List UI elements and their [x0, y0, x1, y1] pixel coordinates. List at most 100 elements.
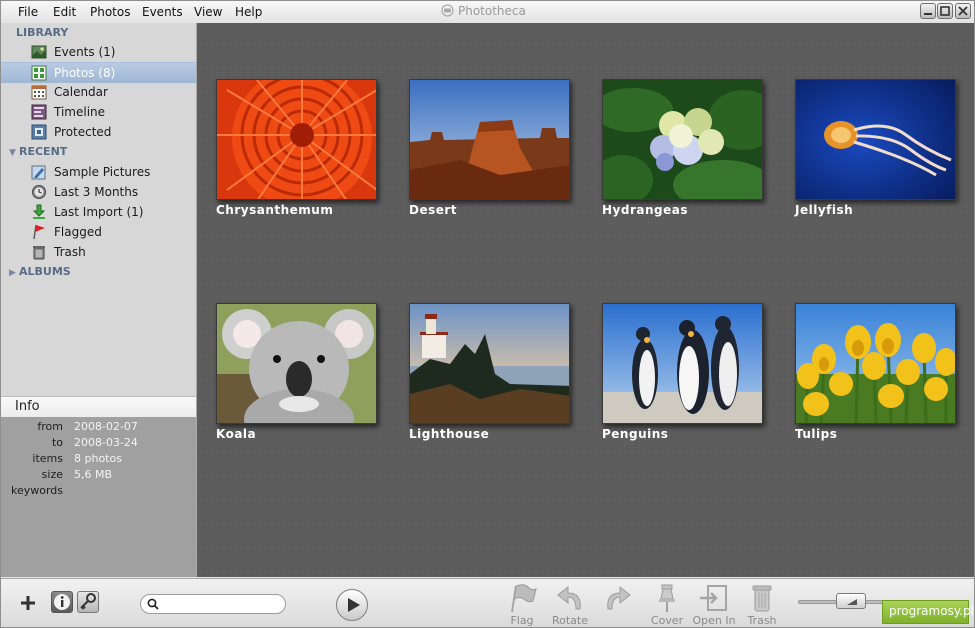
sidebar-item-trash[interactable]: Trash — [1, 242, 196, 262]
info-value: 2008-03-24 — [74, 436, 138, 449]
photo-caption: Koala — [216, 427, 257, 441]
rotate-left-button[interactable]: Rotate — [545, 583, 595, 627]
info-panel-header: Info — [1, 396, 196, 418]
sidebar-item-label: Events (1) — [54, 45, 116, 59]
sidebar-item-last-3-months[interactable]: Last 3 Months — [1, 182, 196, 202]
section-library-label: LIBRARY — [16, 26, 69, 39]
open-in-button[interactable]: Open In — [689, 583, 739, 627]
maximize-button[interactable] — [937, 3, 953, 19]
photo-image — [603, 304, 762, 423]
search-box[interactable] — [140, 594, 286, 614]
close-button[interactable] — [955, 3, 971, 19]
calendar-icon — [31, 85, 47, 100]
sidebar-item-label: Sample Pictures — [54, 165, 151, 179]
section-recent-label: RECENT — [19, 145, 68, 158]
photo-image — [603, 80, 762, 199]
watermark-text: programosy.pl — [889, 604, 974, 618]
slideshow-play-button[interactable] — [336, 589, 368, 621]
photo-caption: Lighthouse — [409, 427, 490, 441]
photo-thumbnail-chrysanthemum[interactable] — [216, 79, 377, 200]
photo-image — [410, 304, 569, 423]
expand-arrow-icon: ▼ — [9, 148, 16, 158]
sidebar-item-label: Timeline — [54, 105, 106, 119]
info-row-size: size 5,6 MB — [1, 467, 196, 483]
photo-thumbnail-jellyfish[interactable] — [795, 79, 956, 200]
info-key: from — [37, 420, 63, 433]
info-toggle-button[interactable] — [51, 591, 73, 613]
info-title: Info — [15, 399, 40, 414]
sidebar-item-label: Photos (8) — [54, 66, 116, 80]
sidebar-item-sample-pictures[interactable]: Sample Pictures — [1, 162, 196, 182]
menu-view[interactable]: View — [194, 5, 222, 19]
keywords-button[interactable] — [77, 591, 99, 613]
trash-button[interactable]: Trash — [737, 583, 787, 627]
sidebar-item-calendar[interactable]: Calendar — [1, 82, 196, 102]
sidebar-item-label: Calendar — [54, 85, 108, 99]
flag-button[interactable]: Flag — [497, 583, 547, 627]
bottom-toolbar: Flag Rotate Cover Open In Trash — [1, 578, 974, 627]
photo-image — [217, 80, 376, 199]
info-value: 5,6 MB — [74, 468, 113, 481]
trash-icon — [752, 585, 772, 612]
sidebar-item-protected[interactable]: Protected — [1, 122, 196, 142]
rotate-right-icon — [607, 585, 631, 610]
sidebar-item-label: Protected — [54, 125, 112, 139]
rotate-left-icon — [557, 585, 581, 610]
info-icon — [54, 594, 70, 610]
photo-thumbnail-hydrangeas[interactable] — [602, 79, 763, 200]
section-albums[interactable]: ▶ ALBUMS — [1, 265, 71, 283]
plus-icon — [21, 596, 35, 610]
rotate-right-button[interactable] — [593, 583, 643, 627]
menu-edit[interactable]: Edit — [53, 5, 76, 19]
photo-thumbnail-tulips[interactable] — [795, 303, 956, 424]
events-icon — [31, 45, 47, 59]
info-value: 8 photos — [74, 452, 122, 465]
flag-icon — [511, 584, 537, 613]
flag-label: Flag — [510, 614, 534, 627]
photo-caption: Hydrangeas — [602, 203, 688, 217]
sidebar-item-flagged[interactable]: Flagged — [1, 222, 196, 242]
play-icon — [348, 598, 360, 612]
add-button[interactable] — [18, 593, 38, 613]
photo-thumbnail-desert[interactable] — [409, 79, 570, 200]
sidebar: LIBRARY Events (1) Photos (8) Calendar T… — [1, 23, 197, 577]
app-window: File Edit Photos Events View Help Photot… — [0, 0, 975, 628]
photo-image — [796, 80, 955, 199]
photo-thumbnail-koala[interactable] — [216, 303, 377, 424]
watermark-badge: programosy.pl — [882, 600, 974, 624]
section-albums-label: ALBUMS — [19, 265, 71, 278]
window-title-text: Phototheca — [458, 4, 526, 18]
minimize-button[interactable] — [920, 3, 936, 19]
import-arrow-icon — [32, 204, 46, 219]
photo-thumbnail-penguins[interactable] — [602, 303, 763, 424]
flag-icon — [33, 224, 45, 240]
section-recent[interactable]: ▼ RECENT — [1, 145, 67, 163]
timeline-icon — [31, 104, 47, 120]
info-row-to: to 2008-03-24 — [1, 435, 196, 451]
window-title: Phototheca — [441, 4, 526, 18]
sidebar-item-label: Trash — [54, 245, 86, 259]
trash-icon — [33, 246, 45, 260]
sidebar-item-last-import[interactable]: Last Import (1) — [1, 202, 196, 222]
clock-icon — [32, 185, 46, 199]
menu-photos[interactable]: Photos — [90, 5, 130, 19]
menu-file[interactable]: File — [18, 5, 38, 19]
sidebar-item-label: Flagged — [54, 225, 102, 239]
sidebar-item-timeline[interactable]: Timeline — [1, 102, 196, 122]
menu-events[interactable]: Events — [142, 5, 183, 19]
sidebar-item-photos[interactable]: Photos (8) — [1, 62, 196, 83]
maximize-icon — [940, 6, 950, 16]
photo-caption: Desert — [409, 203, 458, 217]
sidebar-item-events[interactable]: Events (1) — [1, 42, 196, 62]
protected-icon — [31, 124, 47, 140]
photo-thumbnail-lighthouse[interactable] — [409, 303, 570, 424]
info-key: size — [41, 468, 63, 481]
zoom-slider-thumb[interactable] — [836, 593, 867, 609]
info-key: items — [32, 452, 63, 465]
cover-button[interactable]: Cover — [642, 583, 692, 627]
photo-caption: Chrysanthemum — [216, 203, 334, 217]
menu-bar: File Edit Photos Events View Help Photot… — [1, 1, 974, 24]
search-input[interactable] — [163, 597, 282, 613]
menu-help[interactable]: Help — [235, 5, 262, 19]
info-panel: from 2008-02-07 to 2008-03-24 items 8 ph… — [1, 417, 196, 577]
